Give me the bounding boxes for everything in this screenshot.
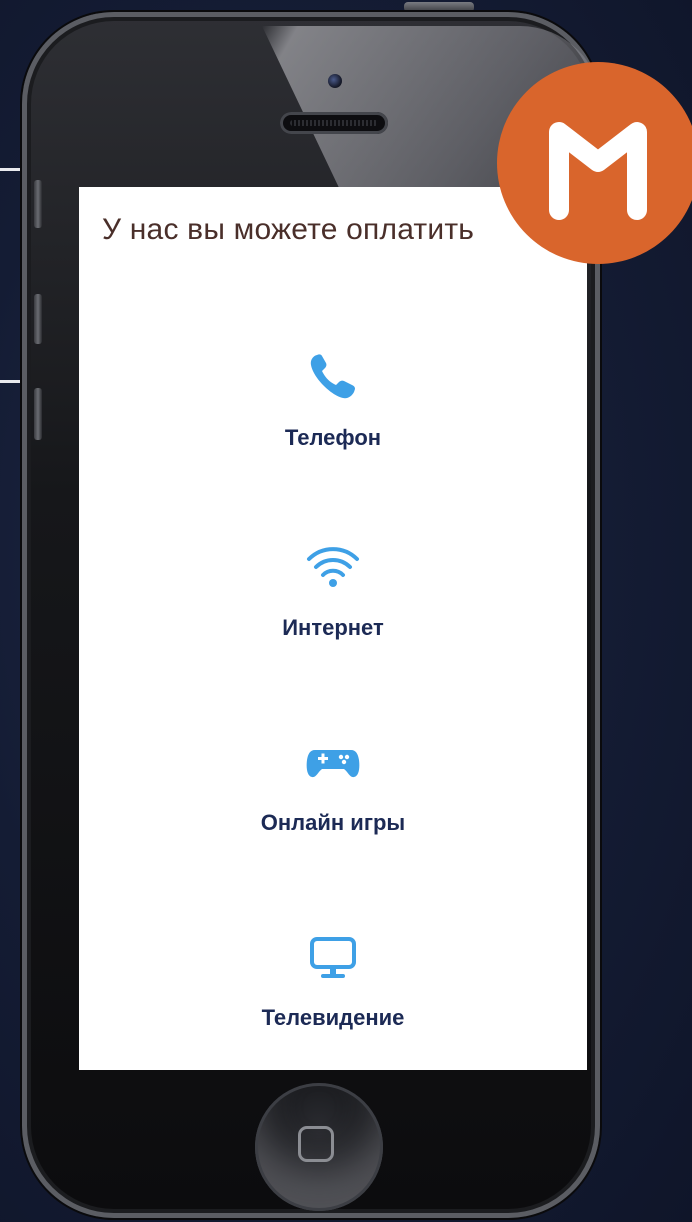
service-phone[interactable]: Телефон bbox=[79, 347, 587, 451]
front-camera bbox=[328, 74, 342, 88]
phone-power-button bbox=[404, 2, 474, 12]
logo-m-icon bbox=[549, 122, 647, 220]
wifi-icon bbox=[307, 547, 359, 587]
left-decor-line-top bbox=[0, 168, 24, 171]
service-online-games-label: Онлайн игры bbox=[260, 810, 406, 835]
service-internet[interactable]: Интернет bbox=[79, 537, 587, 641]
tv-monitor-icon bbox=[310, 937, 356, 978]
promo-background: У нас вы можете оплатить Телефон Интерне… bbox=[0, 0, 692, 1222]
page-title: У нас вы можете оплатить bbox=[102, 213, 475, 246]
brand-logo bbox=[497, 62, 692, 264]
phone-volume-up-button bbox=[34, 294, 42, 344]
gamepad-icon bbox=[306, 750, 360, 778]
service-internet-label: Интернет bbox=[282, 615, 384, 640]
earpiece-speaker bbox=[280, 112, 388, 134]
service-online-games[interactable]: Онлайн игры bbox=[79, 732, 587, 836]
home-button[interactable] bbox=[255, 1083, 383, 1211]
service-television[interactable]: Телевидение bbox=[79, 927, 587, 1031]
phone-volume-down-button bbox=[34, 388, 42, 440]
left-decor-line-bottom bbox=[0, 380, 24, 383]
service-phone-label: Телефон bbox=[284, 425, 382, 450]
phone-icon bbox=[310, 354, 355, 399]
phone-screen: У нас вы можете оплатить Телефон Интерне… bbox=[79, 187, 587, 1070]
home-button-square-icon bbox=[298, 1126, 334, 1162]
phone-mute-switch bbox=[34, 180, 42, 228]
service-television-label: Телевидение bbox=[261, 1005, 405, 1030]
